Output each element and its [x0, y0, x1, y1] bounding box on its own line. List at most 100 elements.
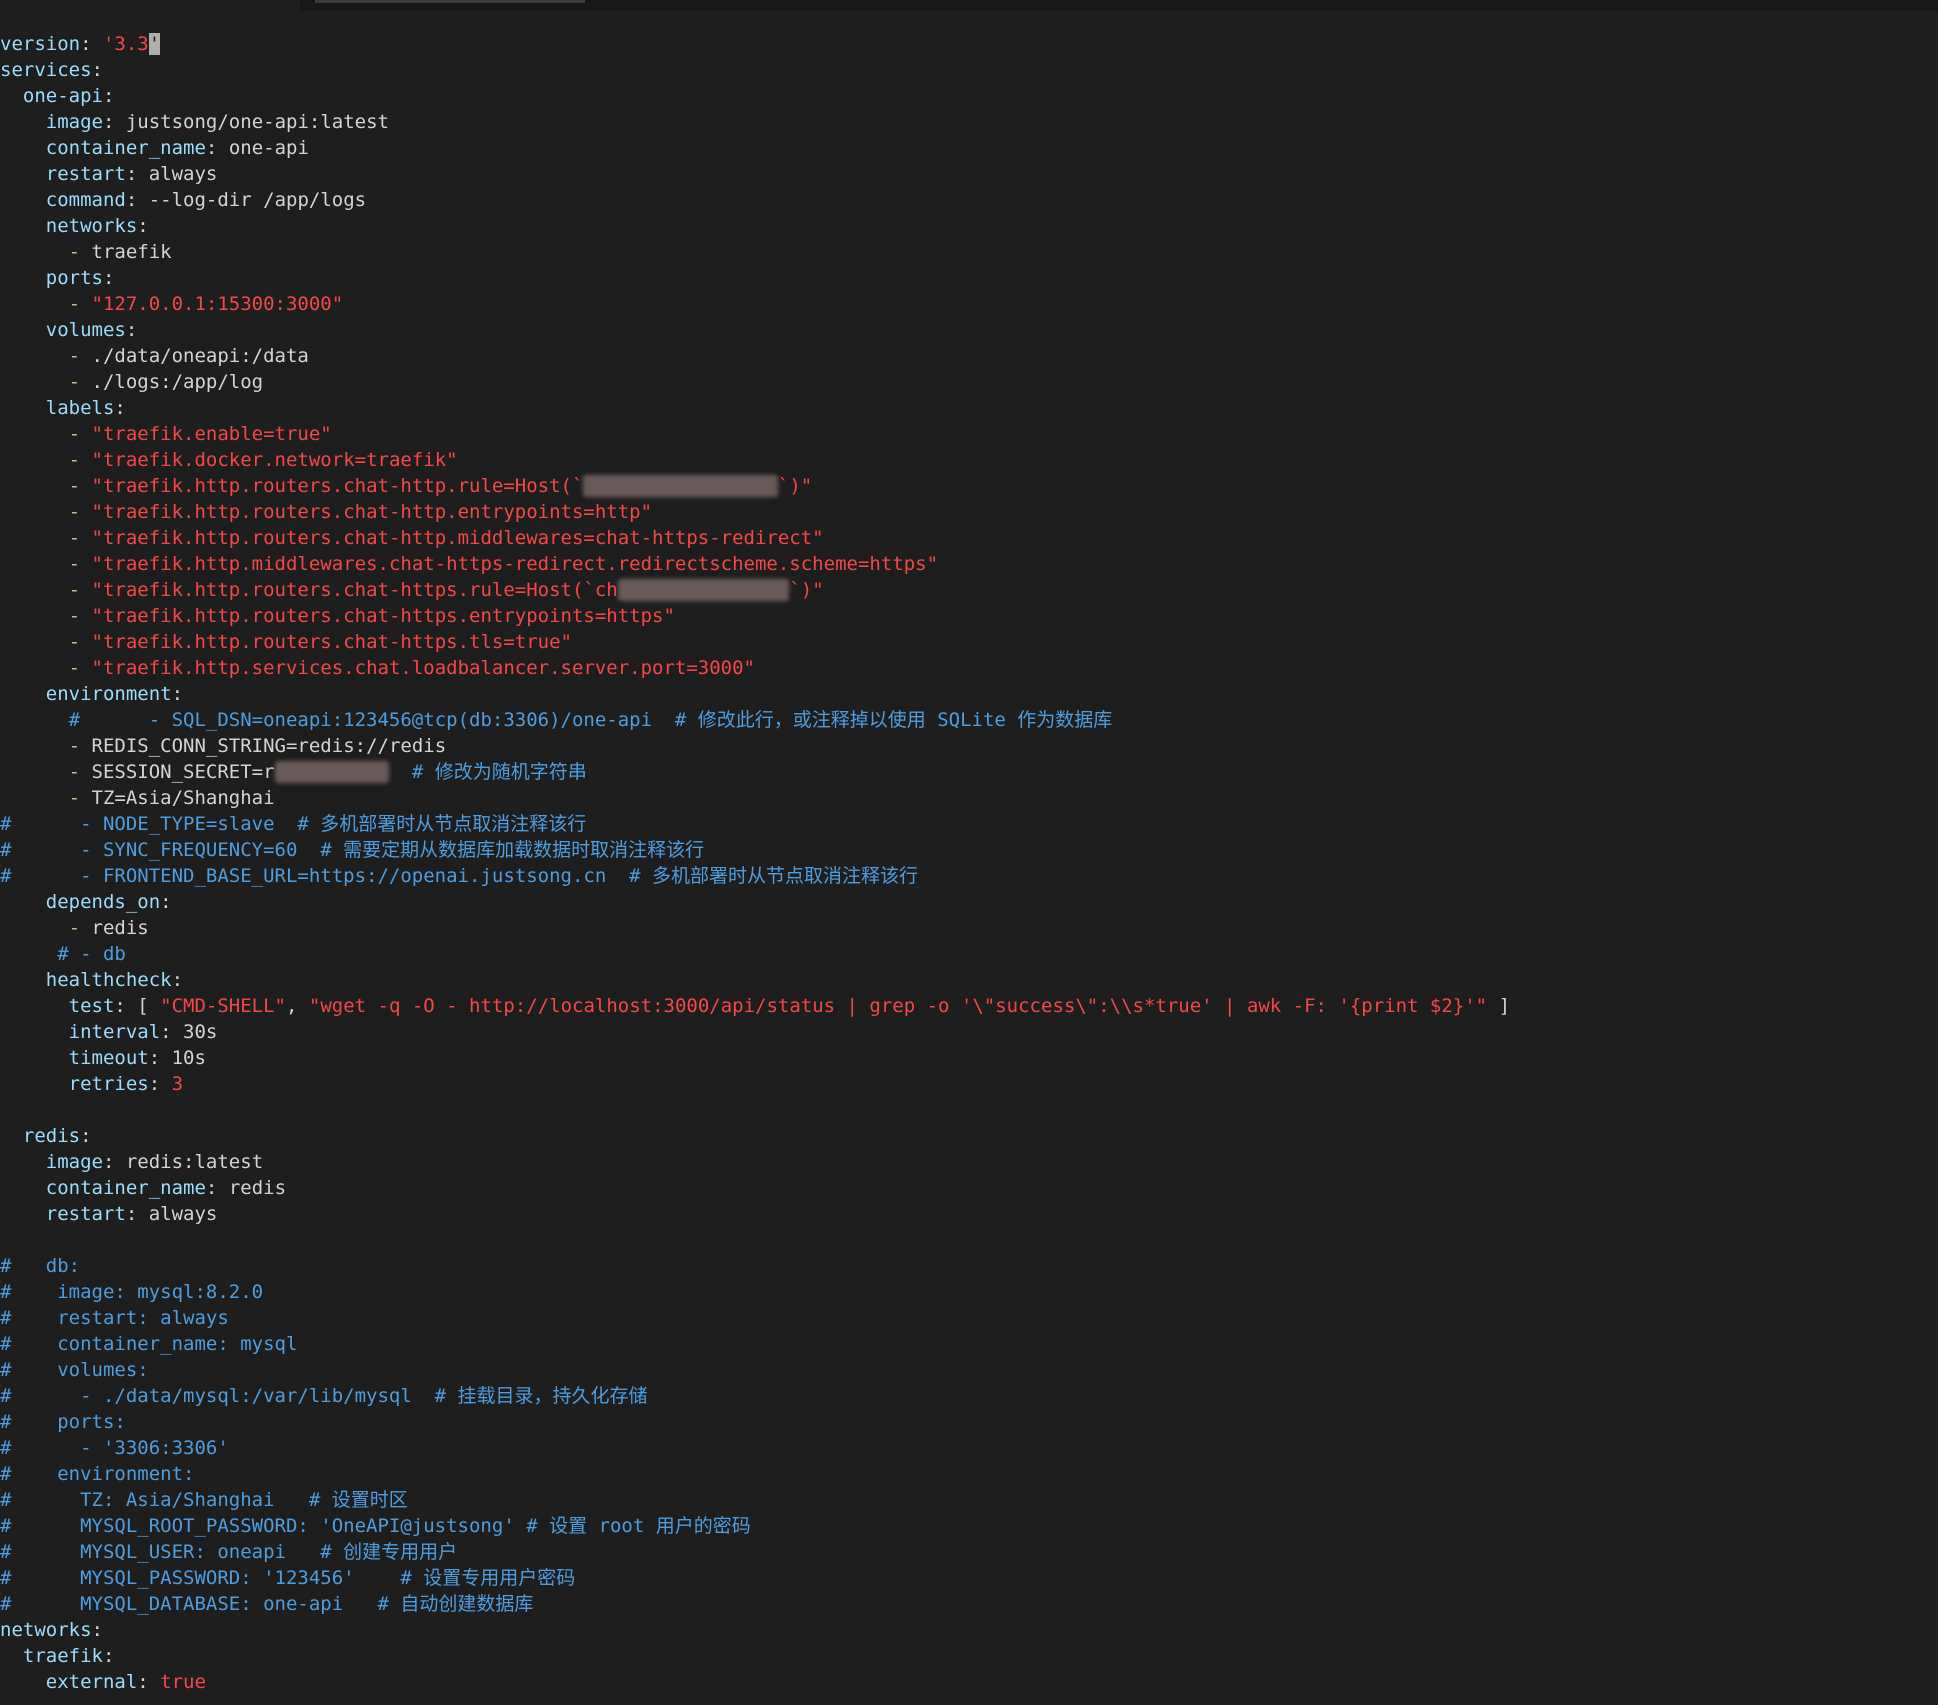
code-line[interactable]: - ./data/oneapi:/data: [0, 343, 1938, 369]
code-line[interactable]: ports:: [0, 265, 1938, 291]
code-token: restart: [45, 1203, 126, 1225]
code-line[interactable]: container_name: redis: [0, 1175, 1938, 1201]
code-line[interactable]: - "traefik.http.routers.chat-https.entry…: [0, 603, 1938, 629]
code-line[interactable]: interval: 30s: [0, 1019, 1938, 1045]
code-line[interactable]: volumes:: [0, 317, 1938, 343]
code-line[interactable]: - "traefik.http.routers.chat-https.tls=t…: [0, 629, 1938, 655]
code-line[interactable]: # ports:: [0, 1409, 1938, 1435]
code-token: # - '3306:3306': [0, 1437, 229, 1459]
code-line[interactable]: - "traefik.http.routers.chat-http.middle…: [0, 525, 1938, 551]
code-token: test: [68, 995, 115, 1017]
code-token: command: [45, 189, 126, 211]
code-line[interactable]: - TZ=Asia/Shanghai: [0, 785, 1938, 811]
code-token: :: [171, 969, 184, 991]
code-line[interactable]: services:: [0, 57, 1938, 83]
code-token: networks: [45, 215, 138, 237]
code-line[interactable]: image: redis:latest: [0, 1149, 1938, 1175]
code-line[interactable]: timeout: 10s: [0, 1045, 1938, 1071]
code-line[interactable]: - SESSION_SECRET=rxxxxxxxxxx # 修改为随机字符串: [0, 759, 1938, 785]
code-editor[interactable]: version: '3.3' services: one-api: image: …: [0, 31, 1938, 1705]
code-token: -: [68, 579, 92, 601]
code-line[interactable]: - redis: [0, 915, 1938, 941]
code-line[interactable]: version: '3.3': [0, 31, 1938, 57]
code-token: depends_on: [45, 891, 161, 913]
code-token: `)": [777, 475, 813, 497]
code-token: :: [102, 267, 115, 289]
code-token: "traefik.http.routers.chat-http.middlewa…: [91, 527, 824, 549]
code-token: # environment:: [0, 1463, 195, 1485]
code-line[interactable]: [0, 1097, 1938, 1123]
code-line[interactable]: command: --log-dir /app/logs: [0, 187, 1938, 213]
code-line[interactable]: # - ./data/mysql:/var/lib/mysql # 挂载目录，持…: [0, 1383, 1938, 1409]
code-line[interactable]: networks:: [0, 1617, 1938, 1643]
code-line[interactable]: # - NODE_TYPE=slave # 多机部署时从节点取消注释该行: [0, 811, 1938, 837]
code-line[interactable]: - REDIS_CONN_STRING=redis://redis: [0, 733, 1938, 759]
code-line[interactable]: [0, 1227, 1938, 1253]
code-line[interactable]: restart: always: [0, 161, 1938, 187]
code-token: # container_name: mysql: [0, 1333, 298, 1355]
code-line[interactable]: traefik:: [0, 1643, 1938, 1669]
code-line[interactable]: # container_name: mysql: [0, 1331, 1938, 1357]
code-line[interactable]: external: true: [0, 1669, 1938, 1695]
code-line[interactable]: # - SQL_DSN=oneapi:123456@tcp(db:3306)/o…: [0, 707, 1938, 733]
code-token: redis:latest: [125, 1151, 264, 1173]
code-token: # image: mysql:8.2.0: [0, 1281, 264, 1303]
code-line[interactable]: # db:: [0, 1253, 1938, 1279]
redacted-text: xxxxxxxxxxxxxxxxx: [583, 475, 778, 497]
code-line[interactable]: # TZ: Asia/Shanghai # 设置时区: [0, 1487, 1938, 1513]
code-line[interactable]: healthcheck:: [0, 967, 1938, 993]
code-line[interactable]: - "traefik.http.routers.chat-https.rule=…: [0, 577, 1938, 603]
code-line[interactable]: - "traefik.http.services.chat.loadbalanc…: [0, 655, 1938, 681]
code-line[interactable]: - "traefik.docker.network=traefik": [0, 447, 1938, 473]
code-line[interactable]: environment:: [0, 681, 1938, 707]
code-token: one-api: [22, 85, 103, 107]
code-line[interactable]: labels:: [0, 395, 1938, 421]
code-token: -: [68, 735, 92, 757]
code-line[interactable]: # restart: always: [0, 1305, 1938, 1331]
code-token: redis: [228, 1177, 287, 1199]
code-token: :: [160, 1021, 184, 1043]
code-line[interactable]: retries: 3: [0, 1071, 1938, 1097]
code-token: :: [125, 189, 149, 211]
code-line[interactable]: - "127.0.0.1:15300:3000": [0, 291, 1938, 317]
code-line[interactable]: - "traefik.enable=true": [0, 421, 1938, 447]
code-line[interactable]: # - '3306:3306': [0, 1435, 1938, 1461]
code-line[interactable]: image: justsong/one-api:latest: [0, 109, 1938, 135]
code-line[interactable]: - "traefik.http.routers.chat-http.entryp…: [0, 499, 1938, 525]
code-token: :: [148, 1047, 172, 1069]
code-token: image: [45, 111, 103, 133]
code-token: `)": [789, 579, 824, 601]
code-line[interactable]: networks:: [0, 213, 1938, 239]
code-line[interactable]: redis:: [0, 1123, 1938, 1149]
code-line[interactable]: depends_on:: [0, 889, 1938, 915]
code-line[interactable]: # environment:: [0, 1461, 1938, 1487]
code-line[interactable]: # - FRONTEND_BASE_URL=https://openai.jus…: [0, 863, 1938, 889]
code-line[interactable]: - "traefik.http.routers.chat-http.rule=H…: [0, 473, 1938, 499]
code-line[interactable]: container_name: one-api: [0, 135, 1938, 161]
code-token: -: [68, 787, 92, 809]
code-line[interactable]: - traefik: [0, 239, 1938, 265]
code-line[interactable]: # image: mysql:8.2.0: [0, 1279, 1938, 1305]
code-line[interactable]: # volumes:: [0, 1357, 1938, 1383]
code-line[interactable]: - ./logs:/app/log: [0, 369, 1938, 395]
code-token: always: [148, 163, 218, 185]
code-line[interactable]: # - db: [0, 941, 1938, 967]
code-line[interactable]: test: [ "CMD-SHELL", "wget -q -O - http:…: [0, 993, 1938, 1019]
code-line[interactable]: # - SYNC_FREQUENCY=60 # 需要定期从数据库加载数据时取消注…: [0, 837, 1938, 863]
code-line[interactable]: # MYSQL_DATABASE: one-api # 自动创建数据库: [0, 1591, 1938, 1617]
code-line[interactable]: # MYSQL_ROOT_PASSWORD: 'OneAPI@justsong'…: [0, 1513, 1938, 1539]
code-line[interactable]: # MYSQL_USER: oneapi # 创建专用用户: [0, 1539, 1938, 1565]
code-line[interactable]: # MYSQL_PASSWORD: '123456' # 设置专用用户密码: [0, 1565, 1938, 1591]
code-token: external: [45, 1671, 138, 1693]
code-line[interactable]: restart: always: [0, 1201, 1938, 1227]
code-line[interactable]: - "traefik.http.middlewares.chat-https-r…: [0, 551, 1938, 577]
redacted-text: xxxxxxxxxxxxxxx: [617, 579, 790, 601]
code-line[interactable]: one-api:: [0, 83, 1938, 109]
